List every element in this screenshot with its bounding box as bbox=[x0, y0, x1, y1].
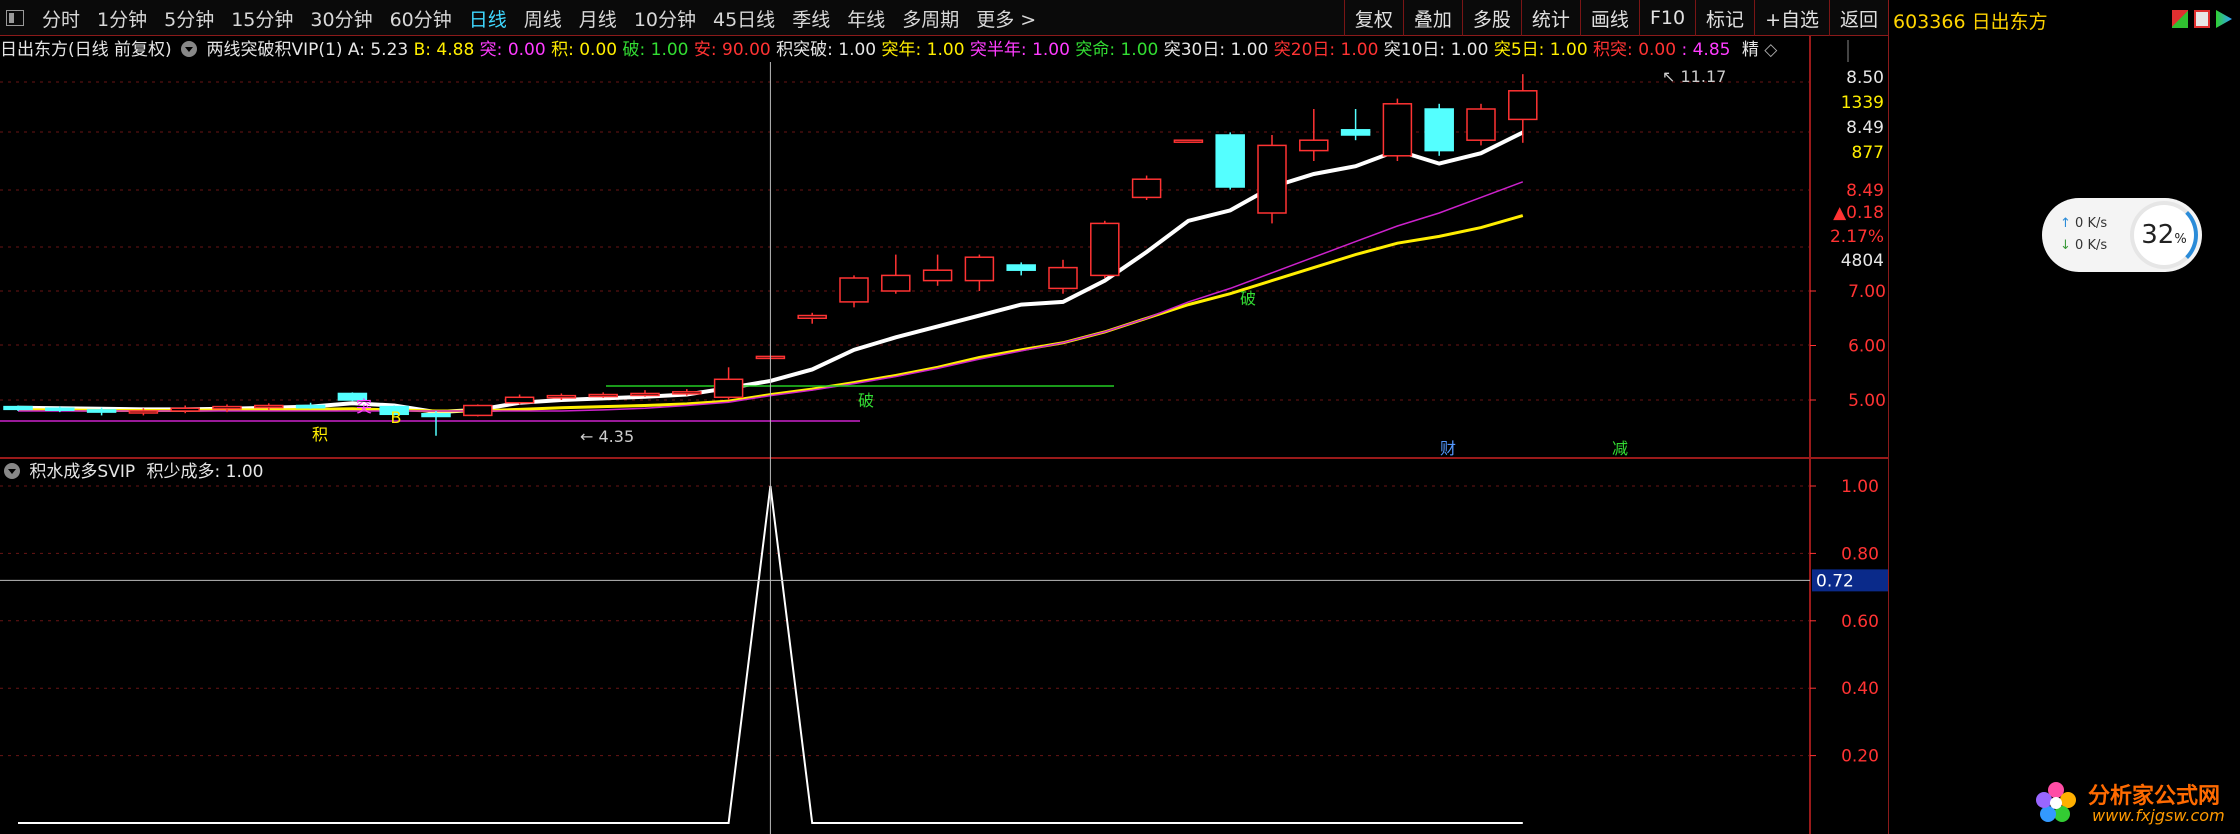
candle-body-1 bbox=[45, 407, 75, 411]
main-y-axis: 7.006.005.008.5013398.498778.49▲0.182.17… bbox=[1810, 68, 1886, 411]
price-label-2: 8.49 bbox=[1846, 118, 1884, 138]
candle-body-35 bbox=[1466, 108, 1496, 141]
candle-body-33 bbox=[1382, 103, 1413, 157]
stock-code-title: 603366 日出东方 bbox=[1893, 11, 2048, 33]
low-price-label: ← 4.35 bbox=[580, 427, 634, 446]
sub-y-tick-1: 0.80 bbox=[1841, 544, 1879, 564]
sub-y-tick-2: 0.60 bbox=[1841, 612, 1879, 632]
y-tick-1: 6.00 bbox=[1848, 337, 1886, 357]
candle-body-29 bbox=[1215, 134, 1245, 188]
sub-y-tick-0: 1.00 bbox=[1841, 477, 1879, 497]
candle-body-5 bbox=[212, 405, 242, 410]
right-info-panel: 603366 日出东方 bbox=[1888, 0, 2240, 834]
candle-body-34 bbox=[1424, 108, 1454, 152]
candle-body-19 bbox=[797, 314, 827, 319]
cpu-usage-ring: 32% bbox=[2130, 201, 2198, 269]
price-label-6: 2.17% bbox=[1830, 227, 1884, 247]
candle-body-2 bbox=[86, 409, 117, 413]
candle-body-25 bbox=[1048, 266, 1078, 290]
candle-body-21 bbox=[881, 274, 911, 292]
candle-body-27 bbox=[1131, 178, 1162, 199]
download-speed: ↓ 0 K/s bbox=[2060, 238, 2108, 253]
candle-body-23 bbox=[964, 256, 995, 282]
flower-logo-icon bbox=[2036, 782, 2076, 822]
marker-0: 积 bbox=[312, 425, 328, 444]
marker-4: 破 bbox=[1240, 289, 1256, 308]
candle-body-16 bbox=[672, 391, 702, 395]
sub-y-tick-4: 0.20 bbox=[1841, 747, 1879, 767]
candle-body-20 bbox=[839, 277, 869, 303]
y-tick-0: 7.00 bbox=[1848, 282, 1886, 302]
chart-frame bbox=[0, 36, 1888, 834]
candle-body-24 bbox=[1006, 264, 1036, 271]
flag-icon[interactable] bbox=[2172, 10, 2188, 28]
play-icon[interactable] bbox=[2194, 10, 2210, 28]
candle-body-7 bbox=[295, 404, 326, 409]
fxjgsw-logo: 分析家公式网 www.fxjgsw.com bbox=[2030, 776, 2240, 834]
candle-body-31 bbox=[1299, 139, 1329, 152]
arrow-up-icon: ↑ bbox=[2060, 216, 2071, 231]
candle-body-12 bbox=[504, 396, 535, 404]
candle-body-26 bbox=[1090, 222, 1120, 277]
candle-body-10 bbox=[421, 413, 451, 418]
cursor-value-label: 0.72 bbox=[1816, 571, 1854, 591]
y-tick-2: 5.00 bbox=[1848, 391, 1886, 411]
arrow-icon[interactable] bbox=[2216, 10, 2232, 28]
kline-chart[interactable]: 7.006.005.008.5013398.498778.49▲0.182.17… bbox=[0, 0, 1888, 834]
candle-body-30 bbox=[1257, 144, 1287, 214]
marker-3: 破 bbox=[858, 391, 874, 410]
marker-6: 减 bbox=[1612, 439, 1628, 458]
high-price-label: ↖ 11.17 bbox=[1662, 67, 1726, 86]
price-label-5: ▲0.18 bbox=[1833, 203, 1884, 223]
price-label-0: 8.50 bbox=[1846, 68, 1884, 88]
candle-body-0 bbox=[3, 405, 33, 411]
network-speed-widget[interactable]: ↑ 0 K/s ↓ 0 K/s 32% bbox=[2042, 198, 2202, 272]
candle-body-22 bbox=[922, 269, 953, 282]
crosshair bbox=[0, 62, 1810, 834]
sub-y-tick-3: 0.40 bbox=[1841, 679, 1879, 699]
sub-y-axis: 1.00 0.80 0.60 0.40 0.20 0.72 bbox=[1810, 477, 1888, 767]
chart-grid bbox=[0, 81, 1810, 757]
marker-5: 财 bbox=[1440, 439, 1456, 458]
price-label-1: 1339 bbox=[1841, 93, 1884, 113]
price-label-3: 877 bbox=[1852, 143, 1884, 163]
candle-body-17 bbox=[713, 378, 744, 399]
candle-body-15 bbox=[630, 392, 660, 397]
price-label-4: 8.49 bbox=[1846, 181, 1884, 201]
candle-body-3 bbox=[128, 410, 159, 414]
candle-body-11 bbox=[463, 404, 493, 417]
candle-body-6 bbox=[254, 404, 284, 409]
indicator-lines bbox=[0, 130, 1524, 422]
candle-body-28 bbox=[1173, 139, 1204, 143]
candle-body-14 bbox=[588, 393, 618, 398]
marker-1: 突 bbox=[356, 397, 372, 416]
candle-body-32 bbox=[1340, 129, 1371, 136]
candle-body-4 bbox=[170, 407, 200, 412]
logo-url: www.fxjgsw.com bbox=[2092, 806, 2225, 825]
marker-2: B bbox=[391, 408, 402, 427]
candle-body-13 bbox=[546, 394, 577, 399]
panel-icons bbox=[2172, 10, 2232, 28]
price-label-7: 4804 bbox=[1841, 251, 1884, 271]
candle-body-36 bbox=[1508, 90, 1538, 121]
arrow-down-icon: ↓ bbox=[2060, 238, 2071, 253]
upload-speed: ↑ 0 K/s bbox=[2060, 216, 2108, 231]
